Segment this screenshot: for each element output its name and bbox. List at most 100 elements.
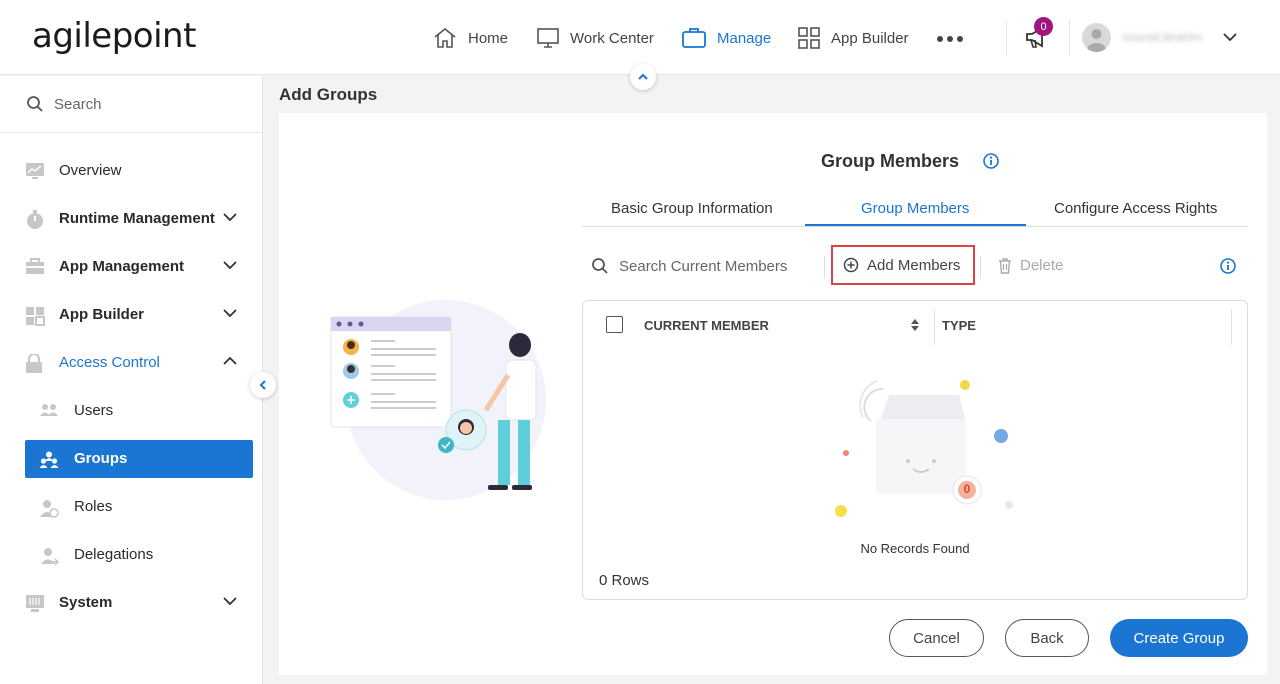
search-icon — [592, 258, 608, 274]
page-title: Add Groups — [279, 85, 378, 104]
sidebar: Search Overview Runtime Management App M… — [0, 76, 263, 684]
sidebar-search[interactable]: Search — [0, 76, 263, 133]
empty-badge: 0 — [963, 482, 971, 496]
chevron-down-icon — [223, 261, 237, 270]
nav-app-builder[interactable]: App Builder — [797, 24, 909, 52]
sidebar-item-label: Groups — [74, 450, 128, 467]
sidebar-item-groups[interactable]: Groups — [25, 440, 253, 478]
add-members-label: Add Members — [867, 256, 961, 274]
home-icon — [434, 27, 456, 48]
collapse-header-button[interactable] — [630, 64, 656, 90]
monitor-icon — [537, 28, 559, 48]
sidebar-item-users[interactable]: Users — [25, 392, 253, 430]
chevron-down-icon — [223, 213, 237, 222]
tab-basic-group-information[interactable]: Basic Group Information — [611, 200, 773, 217]
no-records-text: No Records Found — [860, 541, 970, 556]
sidebar-item-label: App Management — [59, 258, 185, 275]
sidebar-item-label: Runtime Management — [59, 210, 215, 227]
search-members-input[interactable]: Search Current Members — [591, 257, 787, 275]
sidebar-item-roles[interactable]: Roles — [25, 488, 253, 526]
group-members-illustration — [330, 300, 546, 500]
chart-icon — [26, 163, 44, 179]
sidebar-item-label: Overview — [59, 162, 122, 179]
more-menu-icon[interactable] — [937, 36, 963, 42]
nav-home-label: Home — [468, 29, 509, 47]
tab-configure-access-rights[interactable]: Configure Access Rights — [1054, 200, 1217, 217]
sidebar-item-system[interactable]: System — [0, 583, 263, 623]
delete-label: Delete — [1020, 257, 1064, 274]
chevron-down-icon — [223, 309, 237, 318]
section-title: Group Members — [821, 151, 960, 171]
divider — [824, 256, 825, 278]
select-all-checkbox[interactable] — [606, 316, 623, 333]
sidebar-item-label: Roles — [74, 498, 113, 515]
grid-icon — [26, 307, 45, 326]
sidebar-item-label: App Builder — [59, 306, 144, 323]
nav-manage[interactable]: Manage — [681, 24, 771, 52]
sidebar-item-app-builder[interactable]: App Builder — [0, 295, 263, 335]
active-tab-indicator — [805, 224, 1026, 226]
avatar[interactable] — [1082, 23, 1111, 52]
users-icon — [40, 404, 58, 416]
info-icon[interactable] — [983, 153, 999, 169]
server-icon — [26, 595, 44, 612]
divider — [1069, 20, 1070, 56]
chevron-up-icon — [638, 73, 648, 80]
role-icon — [40, 500, 59, 518]
chevron-down-icon — [223, 597, 237, 606]
grid-header: CURRENT MEMBER TYPE — [583, 301, 1247, 347]
grid-icon — [798, 27, 820, 49]
toolbox-icon — [26, 258, 44, 274]
column-header-type[interactable]: TYPE — [942, 318, 976, 333]
nav-work-center[interactable]: Work Center — [536, 24, 654, 52]
cancel-button[interactable]: Cancel — [889, 619, 984, 657]
timer-icon — [27, 210, 43, 229]
add-members-button[interactable]: Add Members — [831, 245, 975, 285]
empty-box-illustration — [835, 380, 1013, 517]
nav-home[interactable]: Home — [432, 24, 508, 52]
nav-manage-label: Manage — [717, 29, 772, 47]
column-divider[interactable] — [1231, 309, 1232, 345]
sidebar-item-label: Access Control — [59, 354, 160, 371]
agilepoint-logo[interactable]: agilepoint — [32, 16, 196, 56]
briefcase-icon — [682, 28, 706, 48]
members-grid: CURRENT MEMBER TYPE 0 No Records Found 0… — [582, 300, 1248, 600]
search-icon — [27, 96, 43, 112]
sidebar-item-app-management[interactable]: App Management — [0, 247, 263, 287]
sidebar-item-label: Delegations — [74, 546, 154, 563]
nav-app-builder-label: App Builder — [831, 29, 909, 47]
chevron-left-icon — [259, 380, 266, 390]
info-icon[interactable] — [1220, 258, 1236, 274]
chevron-up-icon — [223, 356, 237, 365]
members-toolbar: Search Current Members Add Members Delet… — [582, 245, 1248, 286]
sidebar-item-delegations[interactable]: Delegations — [25, 536, 253, 574]
create-group-button[interactable]: Create Group — [1110, 619, 1248, 657]
sidebar-item-label: System — [59, 594, 113, 611]
collapse-sidebar-button[interactable] — [250, 372, 276, 398]
sort-icon[interactable] — [910, 318, 920, 332]
chevron-down-icon[interactable] — [1222, 31, 1238, 43]
back-button[interactable]: Back — [1005, 619, 1089, 657]
trash-icon — [999, 257, 1011, 274]
tab-bar: Basic Group Information Group Members Co… — [582, 196, 1248, 227]
sidebar-item-access-control[interactable]: Access Control — [0, 343, 263, 383]
tab-group-members[interactable]: Group Members — [861, 200, 969, 217]
delegation-icon — [41, 548, 59, 566]
delete-button[interactable]: Delete — [998, 257, 1063, 274]
row-count: 0 Rows — [599, 572, 650, 589]
sidebar-item-label: Users — [74, 402, 114, 419]
search-members-placeholder: Search Current Members — [619, 257, 788, 275]
column-header-current-member[interactable]: CURRENT MEMBER — [644, 318, 769, 333]
user-name[interactable]: nourad.ibrahim — [1122, 30, 1202, 44]
groups-icon — [39, 451, 59, 468]
divider — [1006, 20, 1007, 56]
sidebar-search-placeholder: Search — [54, 95, 102, 113]
notification-badge: 0 — [1034, 17, 1053, 36]
add-circle-icon — [843, 257, 859, 273]
divider — [980, 256, 981, 278]
sidebar-item-overview[interactable]: Overview — [0, 151, 263, 191]
lock-icon — [26, 354, 42, 373]
sidebar-item-runtime-management[interactable]: Runtime Management — [0, 199, 263, 239]
nav-work-center-label: Work Center — [570, 29, 654, 47]
column-divider[interactable] — [934, 309, 935, 345]
